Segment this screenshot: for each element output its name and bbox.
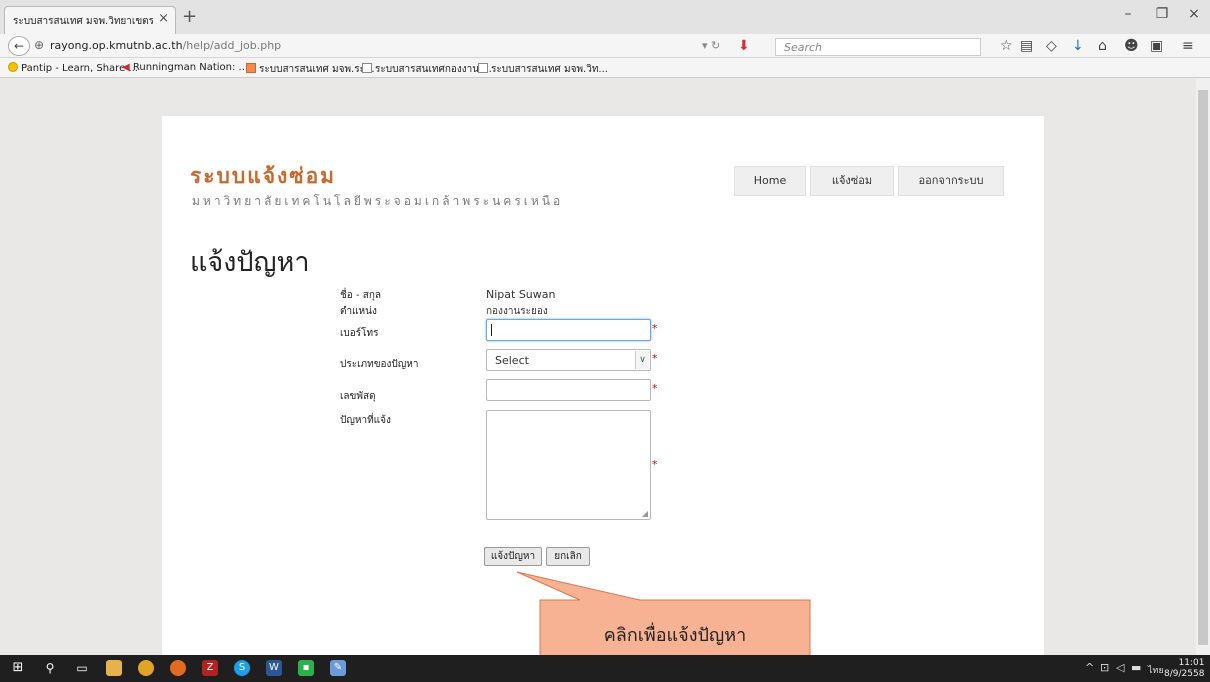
volume-icon[interactable]: ◁ bbox=[1116, 661, 1124, 674]
vertical-scrollbar[interactable] bbox=[1196, 78, 1210, 655]
required-mark: * bbox=[652, 352, 658, 365]
reading-list-icon[interactable]: ▤ bbox=[1020, 38, 1033, 54]
problem-type-select[interactable]: Select ∨ bbox=[486, 349, 651, 371]
restore-icon[interactable]: ❐ bbox=[1150, 6, 1174, 22]
browser-tab[interactable]: ระบบสารสนเทศ มจพ.วิทยาเขตระ... × bbox=[4, 6, 176, 34]
download-icon[interactable]: ↓ bbox=[1072, 38, 1084, 54]
phone-label: เบอร์โทร bbox=[340, 328, 379, 339]
scrollbar-thumb[interactable] bbox=[1198, 90, 1208, 645]
submit-button[interactable]: แจ้งปัญหา bbox=[484, 547, 542, 566]
addon-icon[interactable]: ⬇ bbox=[738, 38, 750, 54]
site-subtitle: มหาวิทยาลัยเทคโนโลยีพระจอมเกล้าพระนครเหน… bbox=[192, 194, 564, 208]
tab-title: ระบบสารสนเทศ มจพ.วิทยาเขตระ... bbox=[13, 16, 153, 27]
required-mark: * bbox=[652, 458, 658, 471]
content-card: ระบบแจ้งซ่อม มหาวิทยาลัยเทคโนโลยีพระจอมเ… bbox=[162, 116, 1044, 655]
selected-value: Select bbox=[495, 354, 529, 367]
name-value: Nipat Suwan bbox=[486, 288, 556, 301]
tray-chevron-icon[interactable]: ^ bbox=[1085, 661, 1094, 674]
bookmark-star-icon[interactable]: ☆ bbox=[1000, 38, 1013, 54]
chrome-icon[interactable] bbox=[138, 660, 154, 676]
new-tab-icon[interactable]: + bbox=[182, 6, 197, 27]
required-mark: * bbox=[652, 322, 658, 335]
site-title: ระบบแจ้งซ่อม bbox=[190, 164, 337, 188]
word-icon[interactable]: W bbox=[266, 660, 282, 676]
filezilla-icon[interactable]: Z bbox=[202, 660, 218, 676]
nav-report-button[interactable]: แจ้งซ่อม bbox=[810, 166, 894, 196]
close-tab-icon[interactable]: × bbox=[158, 11, 169, 26]
notes-icon[interactable]: ✎ bbox=[330, 660, 346, 676]
search-input[interactable]: Search bbox=[775, 38, 981, 56]
problem-label: ปัญหาที่แจ้ง bbox=[340, 415, 391, 426]
bookmark-item[interactable]: ◀ Runningman Nation: ... bbox=[122, 62, 248, 73]
parcel-label: เลขพัสดุ bbox=[340, 391, 376, 402]
bookmark-item[interactable]: ระบบสารสนเทศ มจพ.วิท... bbox=[478, 62, 608, 77]
url-text: rayong.op.kmutnb.ac.th/help/add_job.php bbox=[50, 39, 282, 52]
task-view-icon[interactable]: ▭ bbox=[74, 660, 90, 676]
browser-tab-bar: ระบบสารสนเทศ มจพ.วิทยาเขตระ... × + – ❐ × bbox=[0, 0, 1210, 34]
text-caret bbox=[491, 324, 492, 336]
home-icon[interactable]: ⌂ bbox=[1098, 38, 1107, 54]
type-label: ประเภทของปัญหา bbox=[340, 359, 419, 370]
position-value: กองงานระยอง bbox=[486, 306, 548, 317]
bookmark-item[interactable]: ระบบสารสนเทศ มจพ.ระ... bbox=[246, 62, 375, 77]
bookmark-item[interactable]: Pantip - Learn, Share ... bbox=[8, 62, 138, 74]
chevron-down-icon: ∨ bbox=[635, 351, 649, 369]
notification-icon[interactable]: ▬ bbox=[1131, 661, 1141, 674]
bookmark-item[interactable]: ระบบสารสนเทศกองงาน ... bbox=[362, 62, 492, 77]
close-window-icon[interactable]: × bbox=[1182, 6, 1206, 22]
back-arrow-icon[interactable]: ← bbox=[8, 36, 30, 56]
resize-grip-icon[interactable]: ◢ bbox=[642, 509, 648, 518]
callout-text: คลิกเพื่อแจ้งปัญหา bbox=[603, 625, 747, 646]
minimize-icon[interactable]: – bbox=[1116, 6, 1140, 22]
menu-icon[interactable]: ≡ bbox=[1182, 38, 1194, 54]
address-bar[interactable]: ⊕ rayong.op.kmutnb.ac.th/help/add_job.ph… bbox=[34, 37, 694, 55]
network-icon[interactable]: ⊡ bbox=[1100, 661, 1109, 674]
name-label: ชื่อ - สกุล bbox=[340, 290, 382, 301]
search-placeholder: Search bbox=[784, 41, 823, 54]
firefox-icon[interactable] bbox=[170, 660, 186, 676]
clock-date: 8/9/2558 bbox=[1164, 669, 1205, 679]
skype-icon[interactable]: S bbox=[234, 660, 250, 676]
extension-icon[interactable]: ▣ bbox=[1150, 38, 1163, 54]
problem-textarea[interactable]: ◢ bbox=[486, 410, 651, 520]
cancel-button[interactable]: ยกเลิก bbox=[546, 547, 590, 566]
file-explorer-icon[interactable] bbox=[106, 660, 122, 676]
browser-nav-bar: ← ⊕ rayong.op.kmutnb.ac.th/help/add_job.… bbox=[0, 34, 1210, 58]
taskbar: ⊞ ⚲ ▭ Z S W ▪ ✎ ^ ⊡ ◁ ▬ ไทย 11:01 8/9/25… bbox=[0, 655, 1210, 682]
pocket-icon[interactable]: ◇ bbox=[1046, 38, 1057, 54]
required-mark: * bbox=[652, 382, 658, 395]
bookmarks-bar: Pantip - Learn, Share ... ◀ Runningman N… bbox=[0, 58, 1210, 78]
clock-time: 11:01 bbox=[1178, 658, 1205, 668]
phone-input[interactable] bbox=[486, 319, 651, 341]
chat-icon[interactable]: ☻ bbox=[1124, 38, 1139, 54]
line-icon[interactable]: ▪ bbox=[298, 660, 314, 676]
search-icon[interactable]: ⚲ bbox=[42, 660, 58, 676]
clock[interactable]: 11:01 8/9/2558 bbox=[1164, 658, 1205, 680]
nav-home-button[interactable]: Home bbox=[734, 166, 806, 196]
page-title: แจ้งปัญหา bbox=[190, 247, 310, 278]
nav-logout-button[interactable]: ออกจากระบบ bbox=[898, 166, 1004, 196]
parcel-number-input[interactable] bbox=[486, 379, 651, 401]
play-icon: ◀ bbox=[122, 62, 133, 73]
windows-start-icon[interactable]: ⊞ bbox=[10, 660, 26, 676]
position-label: ตำแหน่ง bbox=[340, 306, 377, 317]
globe-icon: ⊕ bbox=[34, 38, 45, 52]
language-indicator[interactable]: ไทย bbox=[1148, 663, 1164, 677]
reload-icon[interactable]: ▾ ↻ bbox=[702, 39, 720, 52]
page-viewport: ระบบแจ้งซ่อม มหาวิทยาลัยเทคโนโลยีพระจอมเ… bbox=[0, 78, 1196, 655]
